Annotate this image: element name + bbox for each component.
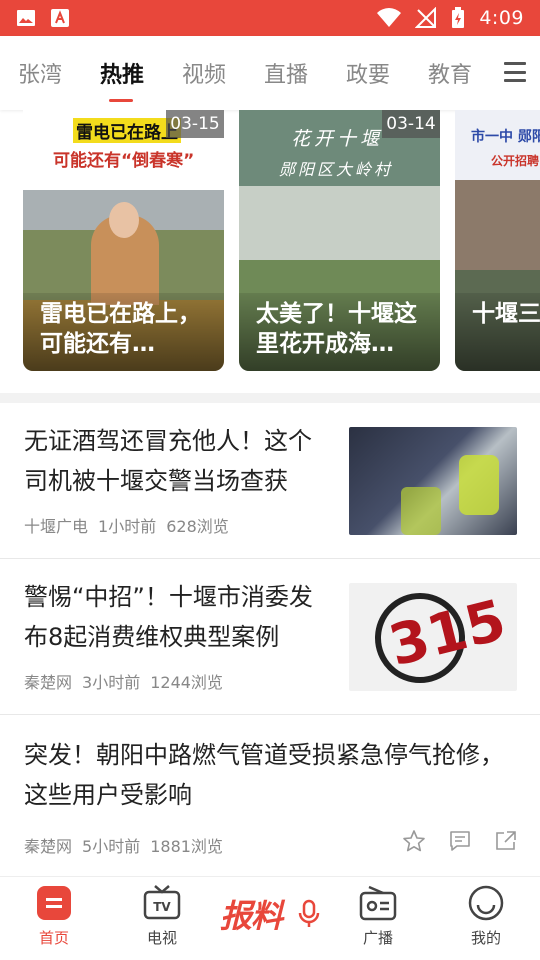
card-title: 太美了！十堰这里花开成海…	[239, 293, 440, 371]
nav-home[interactable]: 首页	[14, 885, 94, 955]
reporter-head	[109, 202, 139, 238]
carousel-card[interactable]: 花开十堰 郧阳区大岭村 03-14 太美了！十堰这里花开成海…	[239, 110, 440, 371]
share-icon[interactable]	[494, 829, 518, 853]
channel-menu-icon[interactable]	[504, 60, 526, 84]
image-headline: 市一中 郧阳	[471, 129, 540, 145]
card-date: 03-14	[382, 110, 440, 138]
tab-hot[interactable]: 热推	[100, 36, 182, 110]
section-divider	[0, 393, 540, 403]
nav-tv-label: 电视	[146, 929, 177, 947]
image-headline: 雷电已在路上	[73, 118, 181, 143]
carousel-card[interactable]: 雷电已在路上 可能还有“倒春寒” 03-15 雷电已在路上，可能还有…	[23, 110, 224, 371]
channel-tabbar: 张湾 热推 视频 直播 政要 教育	[0, 36, 540, 110]
news-item[interactable]: 突发！朝阳中路燃气管道受损紧急停气抢修，这些用户受影响 秦楚网 5小时前 188…	[0, 715, 540, 876]
news-thumbnail: 315	[349, 583, 517, 691]
card-title: 雷电已在路上，可能还有…	[23, 293, 224, 371]
news-source: 十堰广电	[24, 517, 89, 536]
news-views: 1881浏览	[150, 837, 223, 856]
news-item[interactable]: 警惕“中招”！十堰市消委发布8起消费维权典型案例 秦楚网 3小时前 1244浏览…	[0, 559, 540, 715]
news-title: 突发！朝阳中路燃气管道受损紧急停气抢修，这些用户受影响	[24, 741, 504, 809]
tab-live[interactable]: 直播	[264, 36, 346, 110]
tab-zhangwan[interactable]: 张湾	[18, 36, 100, 110]
news-actions	[402, 829, 518, 853]
news-title: 无证酒驾还冒充他人！这个司机被十堰交警当场查获	[24, 427, 312, 495]
news-thumbnail	[349, 427, 517, 535]
status-bar: 4:09	[0, 0, 540, 36]
news-item[interactable]: 无证酒驾还冒充他人！这个司机被十堰交警当场查获 十堰广电 1小时前 628浏览	[0, 403, 540, 559]
clock: 4:09	[479, 7, 524, 29]
tab-video[interactable]: 视频	[182, 36, 264, 110]
battery-charging-icon	[452, 7, 465, 28]
tab-politics[interactable]: 政要	[346, 36, 428, 110]
image-headline: 花开十堰	[291, 128, 384, 150]
news-meta: 秦楚网 5小时前 1881浏览	[24, 833, 223, 857]
nav-radio-label: 广播	[362, 929, 393, 947]
card-title: 十堰三…发布20	[455, 293, 540, 371]
tab-education[interactable]: 教育	[428, 36, 510, 110]
news-time: 3小时前	[82, 673, 141, 692]
star-icon[interactable]	[402, 829, 426, 853]
news-time: 1小时前	[98, 517, 157, 536]
comment-icon[interactable]	[448, 829, 472, 853]
nav-tv[interactable]: TV 电视	[122, 885, 202, 955]
news-views: 628浏览	[166, 517, 229, 536]
news-meta: 十堰广电 1小时前 628浏览	[24, 513, 229, 537]
nav-home-label: 首页	[38, 929, 69, 947]
carousel-card[interactable]: 市一中 郧阳 公开招聘 十堰三…发布20	[455, 110, 540, 371]
image-subheadline: 公开招聘	[491, 154, 540, 168]
app-notification-icon	[51, 9, 69, 27]
nav-mine-label: 我的	[470, 929, 501, 947]
nav-mine[interactable]: 我的	[446, 885, 526, 955]
image-subheadline: 郧阳区大岭村	[279, 160, 394, 179]
tv-icon: TV	[143, 885, 181, 920]
nav-report[interactable]: 报料	[220, 891, 320, 943]
nav-report-label: 报料	[220, 897, 283, 935]
featured-carousel[interactable]: 雷电已在路上 可能还有“倒春寒” 03-15 雷电已在路上，可能还有… 花开十堰…	[0, 110, 540, 393]
bottom-navigation: 首页 TV 电视 报料 广播 我的	[0, 876, 540, 960]
gallery-icon	[17, 10, 35, 26]
microphone-icon	[298, 899, 320, 927]
home-icon	[37, 886, 71, 920]
smiley-profile-icon	[468, 885, 504, 921]
news-source: 秦楚网	[24, 673, 73, 692]
news-title: 警惕“中招”！十堰市消委发布8起消费维权典型案例	[24, 583, 313, 651]
thumb-figure	[459, 455, 499, 515]
svg-text:TV: TV	[153, 900, 171, 914]
nav-radio[interactable]: 广播	[338, 885, 418, 955]
no-signal-icon	[415, 7, 437, 28]
wifi-icon	[377, 8, 402, 27]
image-subheadline: 可能还有“倒春寒”	[53, 151, 195, 171]
thumb-figure	[401, 487, 441, 535]
news-views: 1244浏览	[150, 673, 223, 692]
news-meta: 秦楚网 3小时前 1244浏览	[24, 669, 223, 693]
radio-icon	[359, 885, 397, 921]
news-source: 秦楚网	[24, 837, 73, 856]
news-time: 5小时前	[82, 837, 141, 856]
card-date: 03-15	[166, 110, 224, 138]
